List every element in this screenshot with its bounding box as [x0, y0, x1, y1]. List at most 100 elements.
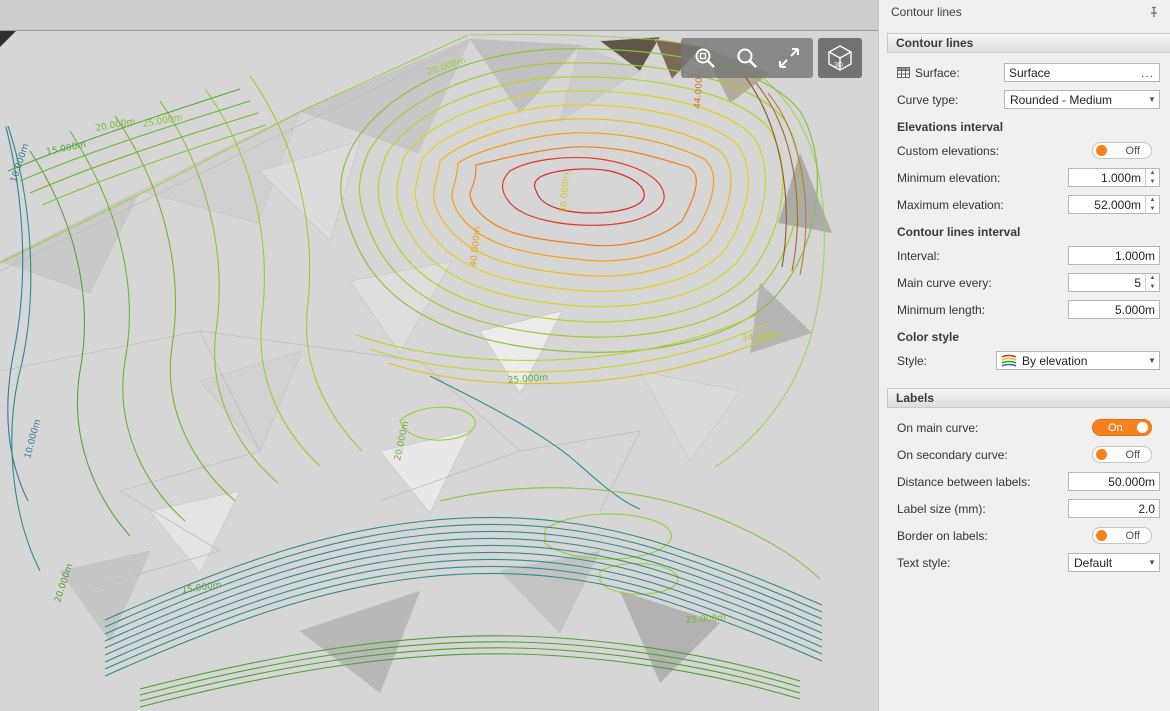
- chevron-down-icon: ▼: [1145, 95, 1159, 104]
- surface-grid-icon: [897, 67, 910, 78]
- border-on-labels-state: Off: [1126, 530, 1140, 542]
- maximum-elevation-field[interactable]: 52.000m ▲ ▼: [1068, 195, 1160, 214]
- text-style-dropdown[interactable]: Default ▼: [1068, 553, 1160, 572]
- style-value: By elevation: [1017, 354, 1145, 368]
- chevron-down-icon: ▼: [1145, 558, 1159, 567]
- contour-lines-interval-header: Contour lines interval: [887, 218, 1170, 242]
- on-main-curve-label: On main curve:: [897, 421, 978, 435]
- spinner-down[interactable]: ▼: [1146, 178, 1159, 187]
- pin-icon[interactable]: [1148, 6, 1160, 18]
- style-dropdown[interactable]: By elevation ▼: [996, 351, 1160, 370]
- distance-between-labels-value: 50.000m: [1069, 475, 1159, 489]
- minimum-length-field[interactable]: 5.000m: [1068, 300, 1160, 319]
- on-secondary-curve-label: On secondary curve:: [897, 448, 1008, 462]
- curve-type-row: Curve type: Rounded - Medium ▼: [887, 86, 1170, 113]
- panel-body: Contour lines Surface:: [879, 24, 1170, 576]
- interval-field[interactable]: 1.000m: [1068, 246, 1160, 265]
- by-elevation-icon: [1001, 354, 1017, 367]
- window-top-strip: [0, 0, 878, 30]
- custom-elevations-row: Custom elevations: Off: [887, 137, 1170, 164]
- view-3d-button[interactable]: 3D: [818, 38, 862, 78]
- terrain-viewport[interactable]: 20.000m25.000m15.000m20.000m10.000m10.00…: [0, 30, 878, 711]
- contour-lines-panel: Contour lines Contour lines: [878, 0, 1170, 711]
- on-secondary-curve-toggle[interactable]: Off: [1092, 446, 1152, 463]
- border-on-labels-label: Border on labels:: [897, 529, 988, 543]
- panel-title: Contour lines: [891, 5, 962, 19]
- main-curve-every-label: Main curve every:: [897, 276, 992, 290]
- zoom-extents-icon: [777, 46, 801, 70]
- minimum-elevation-value: 1.000m: [1069, 171, 1145, 185]
- surface-value: Surface: [1005, 66, 1136, 80]
- contour-lines-group-header: Contour lines: [887, 33, 1170, 53]
- minimum-length-row: Minimum length: 5.000m: [887, 296, 1170, 323]
- maximum-elevation-value: 52.000m: [1069, 198, 1145, 212]
- curve-type-dropdown[interactable]: Rounded - Medium ▼: [1004, 90, 1160, 109]
- on-secondary-curve-row: On secondary curve: Off: [887, 441, 1170, 468]
- custom-elevations-label: Custom elevations:: [897, 144, 999, 158]
- label-size-label: Label size (mm):: [897, 502, 986, 516]
- color-style-header: Color style: [887, 323, 1170, 347]
- minimum-length-label: Minimum length:: [897, 303, 985, 317]
- on-secondary-curve-state: Off: [1126, 449, 1140, 461]
- chevron-down-icon: ▼: [1145, 356, 1159, 365]
- label-size-field[interactable]: 2.0: [1068, 499, 1160, 518]
- spinner-down[interactable]: ▼: [1146, 283, 1159, 292]
- main-curve-every-field[interactable]: 5 ▲ ▼: [1068, 273, 1160, 292]
- interval-label: Interval:: [897, 249, 940, 263]
- zoom-window-button[interactable]: [684, 38, 726, 78]
- minimum-elevation-spinner: ▲ ▼: [1145, 169, 1159, 186]
- surface-label: Surface:: [915, 66, 960, 80]
- custom-elevations-toggle[interactable]: Off: [1092, 142, 1152, 159]
- on-main-curve-row: On main curve: On: [887, 414, 1170, 441]
- panel-title-bar: Contour lines: [879, 0, 1170, 24]
- zoom-window-icon: [693, 46, 717, 70]
- label-size-row: Label size (mm): 2.0: [887, 495, 1170, 522]
- terrain-scene: 20.000m25.000m15.000m20.000m10.000m10.00…: [0, 31, 878, 711]
- labels-group: Labels On main curve: On On secondary cu…: [887, 388, 1170, 576]
- view-3d-cube-icon: 3D: [827, 44, 853, 72]
- on-main-curve-state: On: [1108, 422, 1123, 434]
- surface-label-wrap: Surface:: [897, 66, 960, 80]
- on-main-curve-toggle[interactable]: On: [1092, 419, 1152, 436]
- viewport-toolbar: 3D: [681, 38, 862, 78]
- elevations-interval-header: Elevations interval: [887, 113, 1170, 137]
- text-style-row: Text style: Default ▼: [887, 549, 1170, 576]
- surface-browse-button[interactable]: ...: [1136, 66, 1159, 80]
- surface-row: Surface: Surface ...: [887, 59, 1170, 86]
- curve-type-label: Curve type:: [897, 93, 958, 107]
- interval-row: Interval: 1.000m: [887, 242, 1170, 269]
- maximum-elevation-label: Maximum elevation:: [897, 198, 1004, 212]
- spinner-up[interactable]: ▲: [1146, 274, 1159, 283]
- toggle-knob: [1096, 145, 1107, 156]
- toggle-knob: [1137, 422, 1148, 433]
- distance-between-labels-label: Distance between labels:: [897, 475, 1030, 489]
- minimum-elevation-field[interactable]: 1.000m ▲ ▼: [1068, 168, 1160, 187]
- border-on-labels-toggle[interactable]: Off: [1092, 527, 1152, 544]
- labels-group-header: Labels: [887, 388, 1170, 408]
- contour-lines-group: Contour lines Surface:: [887, 33, 1170, 374]
- zoom-button[interactable]: [726, 38, 768, 78]
- minimum-elevation-label: Minimum elevation:: [897, 171, 1000, 185]
- spinner-up[interactable]: ▲: [1146, 196, 1159, 205]
- distance-between-labels-field[interactable]: 50.000m: [1068, 472, 1160, 491]
- main-curve-every-value: 5: [1069, 276, 1145, 290]
- interval-value: 1.000m: [1069, 249, 1159, 263]
- zoom-extents-button[interactable]: [768, 38, 810, 78]
- labels-group-title: Labels: [896, 391, 934, 405]
- style-row: Style: By elevation ▼: [887, 347, 1170, 374]
- contour-lines-group-title: Contour lines: [896, 36, 973, 50]
- main-curve-every-row: Main curve every: 5 ▲ ▼: [887, 269, 1170, 296]
- maximum-elevation-row: Maximum elevation: 52.000m ▲ ▼: [887, 191, 1170, 218]
- minimum-elevation-row: Minimum elevation: 1.000m ▲ ▼: [887, 164, 1170, 191]
- view-3d-label: 3D: [834, 62, 843, 69]
- spinner-up[interactable]: ▲: [1146, 169, 1159, 178]
- spinner-down[interactable]: ▼: [1146, 205, 1159, 214]
- zoom-icon: [735, 46, 759, 70]
- curve-type-value: Rounded - Medium: [1005, 93, 1145, 107]
- text-style-value: Default: [1069, 556, 1145, 570]
- custom-elevations-state: Off: [1126, 145, 1140, 157]
- text-style-label: Text style:: [897, 556, 950, 570]
- surface-field[interactable]: Surface ...: [1004, 63, 1160, 82]
- toggle-knob: [1096, 530, 1107, 541]
- border-on-labels-row: Border on labels: Off: [887, 522, 1170, 549]
